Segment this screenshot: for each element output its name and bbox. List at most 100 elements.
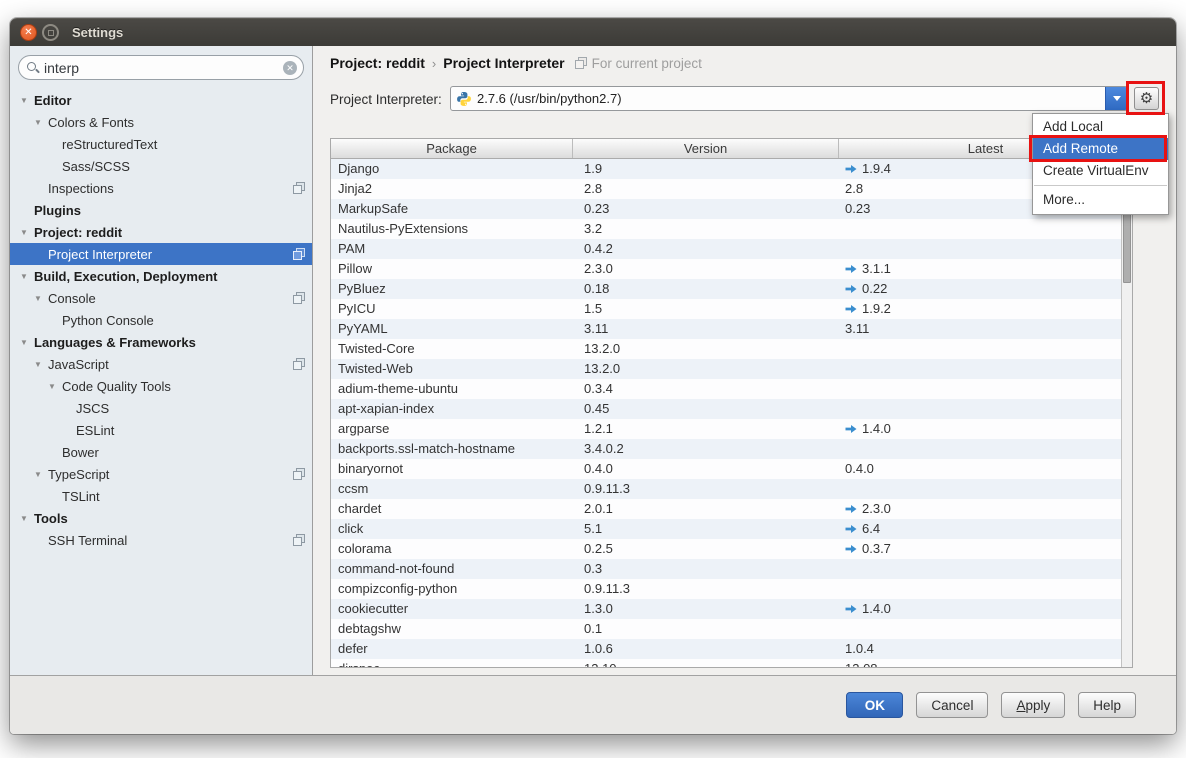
vertical-scrollbar[interactable] (1121, 159, 1132, 667)
tree-item-colors-fonts[interactable]: ▼Colors & Fonts (10, 111, 312, 133)
table-row[interactable]: backports.ssl-match-hostname3.4.0.2 (331, 439, 1121, 459)
table-header-package[interactable]: Package (331, 139, 573, 158)
tree-item-project-reddit[interactable]: ▼Project: reddit (10, 221, 312, 243)
tree-item-typescript[interactable]: ▼TypeScript (10, 463, 312, 485)
package-cell: compizconfig-python (331, 579, 573, 599)
tree-item-editor[interactable]: ▼Editor (10, 89, 312, 111)
version-cell: 3.11 (573, 319, 839, 339)
package-cell: ccsm (331, 479, 573, 499)
table-row[interactable]: Twisted-Core13.2.0 (331, 339, 1121, 359)
expander-arrow-icon[interactable]: ▼ (20, 514, 34, 523)
expander-arrow-icon[interactable]: ▼ (34, 294, 48, 303)
table-row[interactable]: MarkupSafe0.230.23 (331, 199, 1121, 219)
version-cell: 0.9.11.3 (573, 479, 839, 499)
upgrade-arrow-icon (845, 424, 857, 434)
table-row[interactable]: debtagshw0.1 (331, 619, 1121, 639)
table-row[interactable]: compizconfig-python0.9.11.3 (331, 579, 1121, 599)
close-button[interactable]: ✕ (20, 24, 37, 41)
cancel-button[interactable]: Cancel (916, 692, 988, 718)
table-row[interactable]: cookiecutter1.3.01.4.0 (331, 599, 1121, 619)
tree-item-build-execution-deployment[interactable]: ▼Build, Execution, Deployment (10, 265, 312, 287)
table-row[interactable]: ccsm0.9.11.3 (331, 479, 1121, 499)
table-row[interactable]: PAM0.4.2 (331, 239, 1121, 259)
table-row[interactable]: apt-xapian-index0.45 (331, 399, 1121, 419)
apply-button[interactable]: Apply (1001, 692, 1065, 718)
tree-item-restructuredtext[interactable]: reStructuredText (10, 133, 312, 155)
package-cell: MarkupSafe (331, 199, 573, 219)
tree-item-bower[interactable]: Bower (10, 441, 312, 463)
clear-search-icon[interactable]: ✕ (283, 61, 297, 75)
package-cell: dirspec (331, 659, 573, 668)
expander-arrow-icon[interactable]: ▼ (34, 470, 48, 479)
tree-item-inspections[interactable]: Inspections (10, 177, 312, 199)
table-row[interactable]: colorama0.2.50.3.7 (331, 539, 1121, 559)
chevron-down-icon (1113, 96, 1121, 101)
tree-item-label: Project Interpreter (48, 247, 152, 262)
tree-item-tslint[interactable]: TSLint (10, 485, 312, 507)
combobox-arrow-button[interactable] (1105, 87, 1127, 110)
gear-button[interactable]: ⚙ (1134, 87, 1159, 110)
tree-item-label: Editor (34, 93, 72, 108)
expander-arrow-icon[interactable]: ▼ (20, 228, 34, 237)
table-row[interactable]: command-not-found0.3 (331, 559, 1121, 579)
menu-item-add-remote[interactable]: Add Remote (1033, 138, 1168, 160)
menu-item-create-virtualenv[interactable]: Create VirtualEnv (1033, 160, 1168, 182)
table-row[interactable]: Twisted-Web13.2.0 (331, 359, 1121, 379)
table-row[interactable]: Jinja22.82.8 (331, 179, 1121, 199)
table-row[interactable]: Pillow2.3.03.1.1 (331, 259, 1121, 279)
table-row[interactable]: PyYAML3.113.11 (331, 319, 1121, 339)
table-row[interactable]: chardet2.0.12.3.0 (331, 499, 1121, 519)
version-cell: 0.2.5 (573, 539, 839, 559)
help-button[interactable]: Help (1078, 692, 1136, 718)
interpreter-combobox[interactable]: 2.7.6 (/usr/bin/python2.7) (450, 86, 1128, 111)
table-row[interactable]: PyBluez0.180.22 (331, 279, 1121, 299)
maximize-button[interactable] (42, 24, 59, 41)
tree-item-python-console[interactable]: Python Console (10, 309, 312, 331)
table-row[interactable]: click5.16.4 (331, 519, 1121, 539)
package-cell: defer (331, 639, 573, 659)
tree-item-languages-frameworks[interactable]: ▼Languages & Frameworks (10, 331, 312, 353)
tree-item-code-quality-tools[interactable]: ▼Code Quality Tools (10, 375, 312, 397)
ok-button[interactable]: OK (846, 692, 903, 718)
tree-item-console[interactable]: ▼Console (10, 287, 312, 309)
table-row[interactable]: binaryornot0.4.00.4.0 (331, 459, 1121, 479)
tree-item-label: JavaScript (48, 357, 109, 372)
table-row[interactable]: PyICU1.51.9.2 (331, 299, 1121, 319)
version-cell: 2.0.1 (573, 499, 839, 519)
expander-arrow-icon[interactable]: ▼ (34, 360, 48, 369)
table-row[interactable]: Nautilus-PyExtensions3.2 (331, 219, 1121, 239)
expander-arrow-icon[interactable]: ▼ (34, 118, 48, 127)
upgrade-arrow-icon (845, 264, 857, 274)
table-row[interactable]: dirspec13.1013.08 (331, 659, 1121, 668)
expander-arrow-icon[interactable]: ▼ (20, 272, 34, 281)
package-cell: Jinja2 (331, 179, 573, 199)
project-badge-icon (293, 182, 305, 194)
table-row[interactable]: adium-theme-ubuntu0.3.4 (331, 379, 1121, 399)
table-row[interactable]: argparse1.2.11.4.0 (331, 419, 1121, 439)
search-input[interactable] (40, 60, 283, 76)
table-row[interactable]: defer1.0.61.0.4 (331, 639, 1121, 659)
table-row[interactable]: Django1.91.9.4 (331, 159, 1121, 179)
tree-item-project-interpreter[interactable]: Project Interpreter (10, 243, 312, 265)
tree-item-sass-scss[interactable]: Sass/SCSS (10, 155, 312, 177)
tree-item-jscs[interactable]: JSCS (10, 397, 312, 419)
expander-arrow-icon[interactable]: ▼ (48, 382, 62, 391)
tree-item-plugins[interactable]: Plugins (10, 199, 312, 221)
tree-item-javascript[interactable]: ▼JavaScript (10, 353, 312, 375)
version-cell: 0.3 (573, 559, 839, 579)
interpreter-value: 2.7.6 (/usr/bin/python2.7) (477, 91, 622, 106)
expander-arrow-icon[interactable]: ▼ (20, 338, 34, 347)
tree-item-eslint[interactable]: ESLint (10, 419, 312, 441)
table-header-version[interactable]: Version (573, 139, 839, 158)
tree-item-ssh-terminal[interactable]: SSH Terminal (10, 529, 312, 551)
settings-search-box[interactable]: ✕ (18, 55, 304, 80)
latest-cell (839, 339, 1121, 359)
menu-item-add-local[interactable]: Add Local (1033, 116, 1168, 138)
for-current-project-label: For current project (592, 56, 702, 71)
tree-item-label: Languages & Frameworks (34, 335, 196, 350)
menu-item-more[interactable]: More... (1033, 189, 1168, 211)
tree-item-tools[interactable]: ▼Tools (10, 507, 312, 529)
tree-item-label: Colors & Fonts (48, 115, 134, 130)
expander-arrow-icon[interactable]: ▼ (20, 96, 34, 105)
latest-cell (839, 219, 1121, 239)
